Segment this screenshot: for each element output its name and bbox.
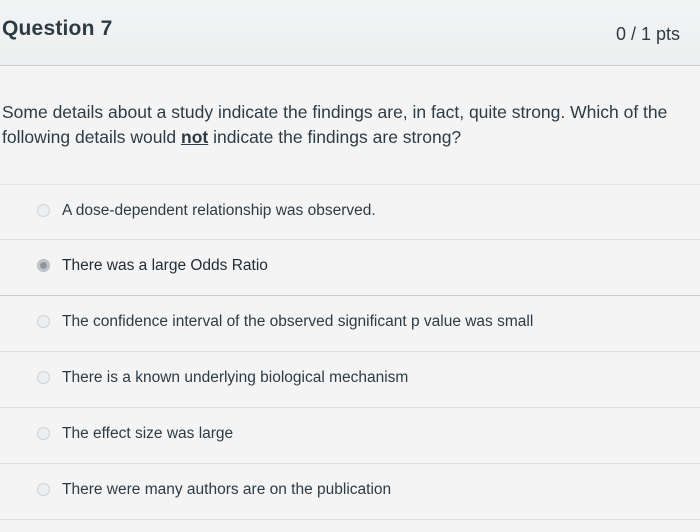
answer-list: A dose-dependent relationship was observ… — [0, 184, 700, 520]
question-points: 0 / 1 pts — [615, 24, 680, 44]
answer-option[interactable]: The confidence interval of the observed … — [0, 296, 700, 352]
radio-button-selected[interactable] — [37, 259, 50, 272]
radio-button[interactable] — [37, 427, 50, 440]
radio-button[interactable] — [37, 371, 50, 384]
answer-option[interactable]: There is a known underlying biological m… — [0, 352, 700, 408]
question-title: Question 7 — [2, 17, 113, 40]
answer-label: A dose-dependent relationship was observ… — [62, 202, 376, 219]
question-body: Some details about a study indicate the … — [0, 67, 700, 532]
answer-option[interactable]: The effect size was large — [0, 408, 700, 464]
answer-label: The effect size was large — [62, 425, 234, 442]
radio-button[interactable] — [37, 204, 50, 217]
question-text-part2: indicate the findings are strong? — [208, 127, 462, 147]
question-card: Question 7 0 / 1 pts Some details about … — [0, 0, 700, 532]
answer-option[interactable]: A dose-dependent relationship was observ… — [0, 184, 700, 240]
radio-button[interactable] — [37, 315, 50, 328]
question-text: Some details about a study indicate the … — [2, 100, 682, 150]
answer-option[interactable]: There was a large Odds Ratio — [0, 240, 700, 296]
answer-option[interactable]: There were many authors are on the publi… — [0, 464, 700, 520]
answer-label: There were many authors are on the publi… — [62, 481, 392, 498]
answer-label: There was a large Odds Ratio — [62, 257, 268, 274]
question-header: Question 7 0 / 1 pts — [0, 0, 700, 66]
radio-button[interactable] — [37, 483, 50, 496]
answer-label: The confidence interval of the observed … — [62, 313, 534, 330]
answer-label: There is a known underlying biological m… — [62, 369, 409, 386]
question-text-emphasis: not — [181, 127, 209, 147]
